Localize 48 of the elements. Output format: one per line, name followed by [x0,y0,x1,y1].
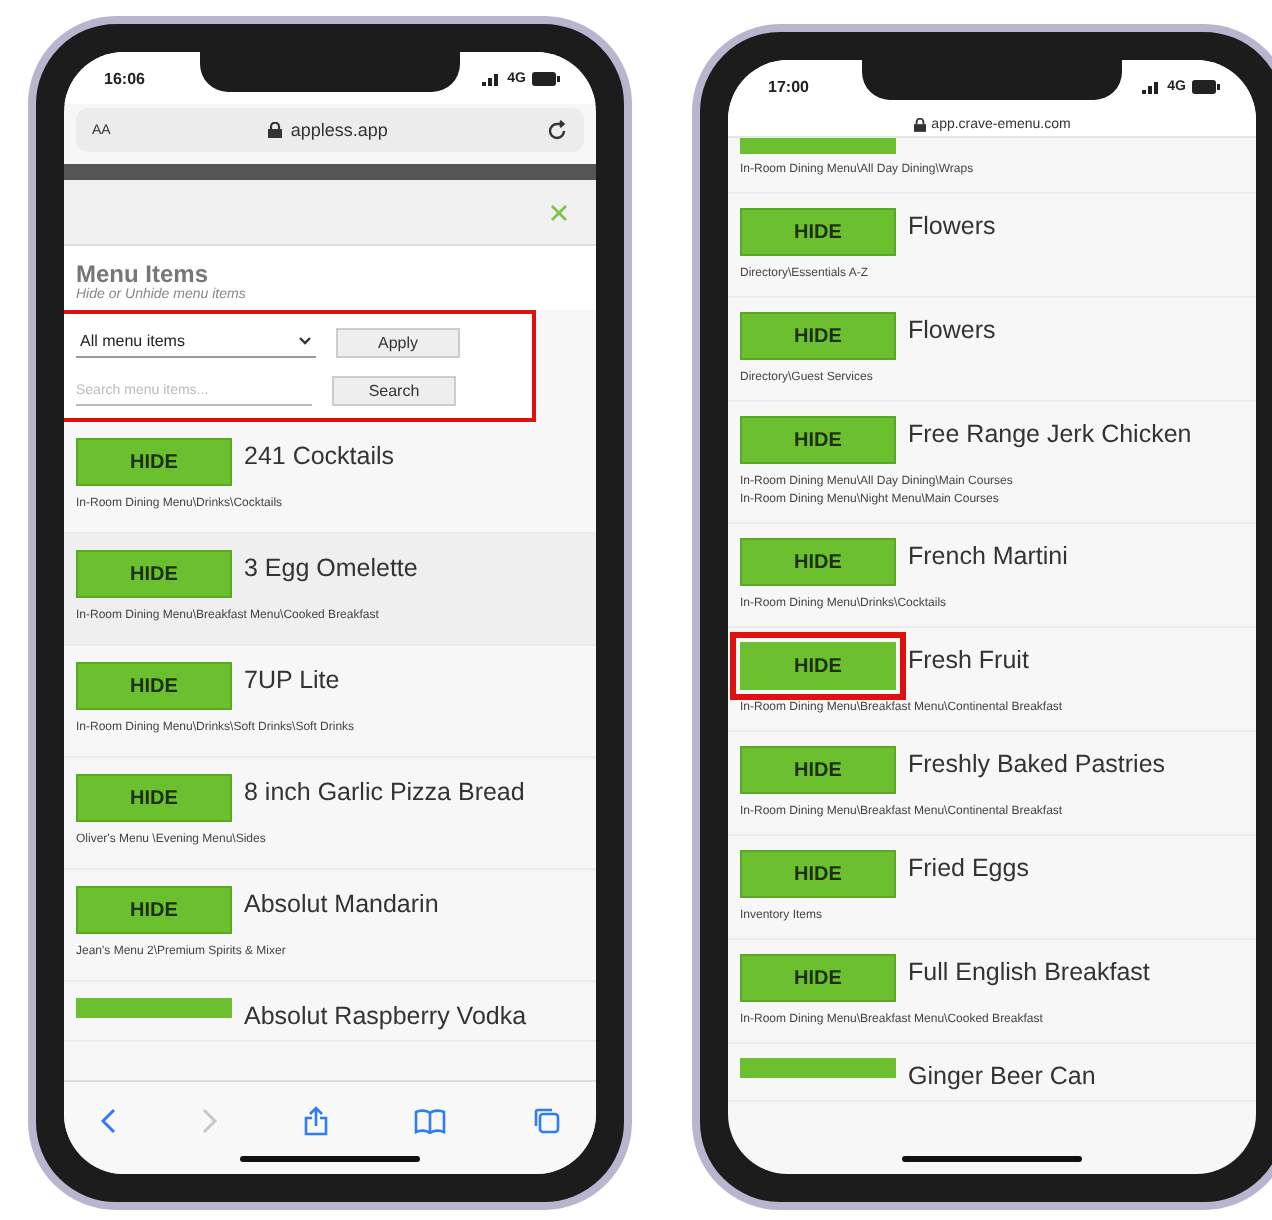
close-icon[interactable] [550,203,568,221]
signal-icon [481,71,502,85]
book-icon[interactable] [414,1107,446,1133]
hide-button[interactable]: HIDE [76,550,232,598]
status-time: 16:06 [104,69,145,87]
item-name: French Martini [908,540,1068,570]
item-name: Fried Eggs [908,852,1029,882]
item-name: 7UP Lite [244,664,340,694]
hide-button[interactable]: HIDE [740,208,896,256]
item-name: 3 Egg Omelette [244,552,418,582]
hide-button[interactable]: HIDE [76,886,232,934]
apply-button[interactable]: Apply [336,327,460,357]
reload-icon[interactable] [545,119,568,141]
tabs-icon[interactable] [532,1106,560,1134]
hide-button[interactable]: HIDE [730,632,906,700]
panel-title: Menu Items [76,260,211,288]
hide-button[interactable]: HIDE [740,538,896,586]
item-name: Flowers [908,210,996,240]
lock-icon [268,122,283,138]
item-name: Absolut Mandarin [244,888,439,918]
chevron-down-icon [298,336,312,346]
item-name: 8 inch Garlic Pizza Bread [244,776,525,806]
hide-button[interactable]: HIDE [76,438,232,486]
signal-icon [1141,79,1162,93]
item-name: Freshly Baked Pastries [908,748,1166,778]
hide-button[interactable]: HIDE [76,774,232,822]
hide-button[interactable]: HIDE [76,662,232,710]
item-name: Flowers [908,314,996,344]
search-button[interactable]: Search [332,376,456,406]
item-name: 241 Cocktails [244,440,395,470]
battery-icon [1192,79,1220,93]
hide-button[interactable]: HIDE [740,850,896,898]
item-name: Absolut Raspberry Vodka [244,1000,527,1030]
menu-filter-dropdown[interactable]: All menu items [76,326,316,358]
hide-button[interactable]: HIDE [740,954,896,1002]
hide-button[interactable]: HIDE [740,416,896,464]
share-icon[interactable] [304,1105,328,1135]
lock-icon [913,117,926,131]
status-time: 17:00 [768,77,809,95]
item-name: Fresh Fruit [908,644,1029,674]
url-text: appless.app [290,120,388,140]
item-name: Ginger Beer Can [908,1060,1096,1090]
item-name: Free Range Jerk Chicken [908,418,1192,448]
hide-button[interactable]: HIDE [740,312,896,360]
back-icon[interactable] [100,1107,116,1133]
hide-button[interactable]: HIDE [740,746,896,794]
battery-icon [532,71,560,85]
item-name: Full English Breakfast [908,956,1150,986]
